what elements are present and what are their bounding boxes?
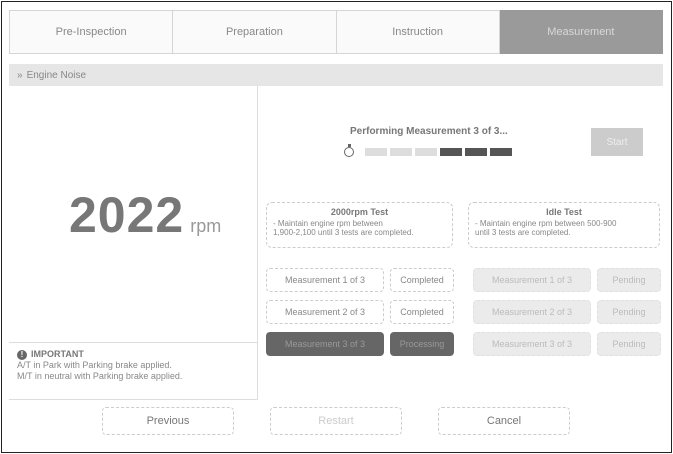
measurement-label: Measurement 2 of 3 bbox=[266, 300, 384, 324]
measurement-row: Measurement 3 of 3 Processing bbox=[266, 332, 454, 356]
measurement-row: Measurement 1 of 3 Pending bbox=[473, 268, 661, 292]
measurement-status-cell: Completed bbox=[390, 300, 454, 324]
measurement-progress bbox=[344, 144, 512, 157]
progress-segment bbox=[440, 148, 462, 156]
engine-noise-label: Engine Noise bbox=[26, 69, 87, 81]
measurement-row: Measurement 3 of 3 Pending bbox=[473, 332, 661, 356]
measurement-status: Performing Measurement 3 of 3... bbox=[350, 126, 508, 137]
measurement-row: Measurement 2 of 3 Pending bbox=[473, 300, 661, 324]
tab-pre-inspection[interactable]: Pre-Inspection bbox=[9, 10, 174, 54]
progress-segment bbox=[365, 148, 387, 156]
test-title: Idle Test bbox=[546, 207, 582, 217]
important-title: IMPORTANT bbox=[31, 349, 84, 359]
important-line-1: A/T in Park with Parking brake applied. bbox=[17, 360, 172, 370]
restart-button[interactable]: Restart bbox=[270, 407, 402, 435]
progress-segment bbox=[465, 148, 487, 156]
important-line-2: M/T in neutral with Parking brake applie… bbox=[17, 371, 183, 381]
test-card-2000rpm: 2000rpm Test - Maintain engine rpm betwe… bbox=[266, 202, 453, 248]
chevron-right-icon: » bbox=[17, 69, 23, 81]
test-title: 2000rpm Test bbox=[330, 207, 389, 217]
start-button[interactable]: Start bbox=[591, 128, 643, 156]
engine-noise-bar[interactable]: » Engine Noise bbox=[9, 64, 663, 86]
rpm-panel: 2022 rpm ! IMPORTANT A/T in Park with Pa… bbox=[9, 86, 258, 400]
important-notice: ! IMPORTANT A/T in Park with Parking bra… bbox=[9, 342, 258, 388]
tab-bar: Pre-Inspection Preparation Instruction M… bbox=[9, 10, 663, 54]
measurement-label: Measurement 1 of 3 bbox=[266, 268, 384, 292]
bottom-bar: Previous Restart Cancel bbox=[9, 401, 663, 441]
measurement-status-cell: Processing bbox=[390, 332, 454, 356]
measurement-status-cell: Pending bbox=[597, 332, 661, 356]
measurement-panel: Performing Measurement 3 of 3... Start 2… bbox=[258, 86, 663, 400]
test-desc: - Maintain engine rpm between 500-900 bbox=[475, 219, 617, 228]
rpm-unit: rpm bbox=[190, 216, 222, 236]
info-icon: ! bbox=[17, 349, 27, 360]
progress-segment bbox=[490, 148, 512, 156]
measurement-status-cell: Pending bbox=[597, 268, 661, 292]
test-desc: - Maintain engine rpm between bbox=[273, 219, 383, 228]
measurement-label: Measurement 3 of 3 bbox=[266, 332, 384, 356]
test-card-idle: Idle Test - Maintain engine rpm between … bbox=[468, 202, 660, 248]
timer-icon bbox=[344, 144, 354, 157]
cancel-button[interactable]: Cancel bbox=[438, 407, 570, 435]
measurement-status-cell: Pending bbox=[597, 300, 661, 324]
progress-segment bbox=[415, 148, 437, 156]
measurement-label: Measurement 1 of 3 bbox=[473, 268, 591, 292]
measurement-row: Measurement 1 of 3 Completed bbox=[266, 268, 454, 292]
progress-segment bbox=[390, 148, 412, 156]
tab-instruction[interactable]: Instruction bbox=[336, 10, 500, 54]
rpm-value: 2022 bbox=[69, 187, 185, 243]
measurement-label: Measurement 2 of 3 bbox=[473, 300, 591, 324]
measurement-row: Measurement 2 of 3 Completed bbox=[266, 300, 454, 324]
test-desc: until 3 tests are completed. bbox=[475, 228, 571, 237]
tab-measurement[interactable]: Measurement bbox=[499, 10, 663, 54]
previous-button[interactable]: Previous bbox=[102, 407, 234, 435]
measurement-label: Measurement 3 of 3 bbox=[473, 332, 591, 356]
tab-preparation[interactable]: Preparation bbox=[173, 10, 337, 54]
test-desc: 1,900-2,100 until 3 tests are completed. bbox=[273, 228, 414, 237]
measurement-status-cell: Completed bbox=[390, 268, 454, 292]
rpm-readout: 2022 rpm bbox=[69, 186, 221, 244]
